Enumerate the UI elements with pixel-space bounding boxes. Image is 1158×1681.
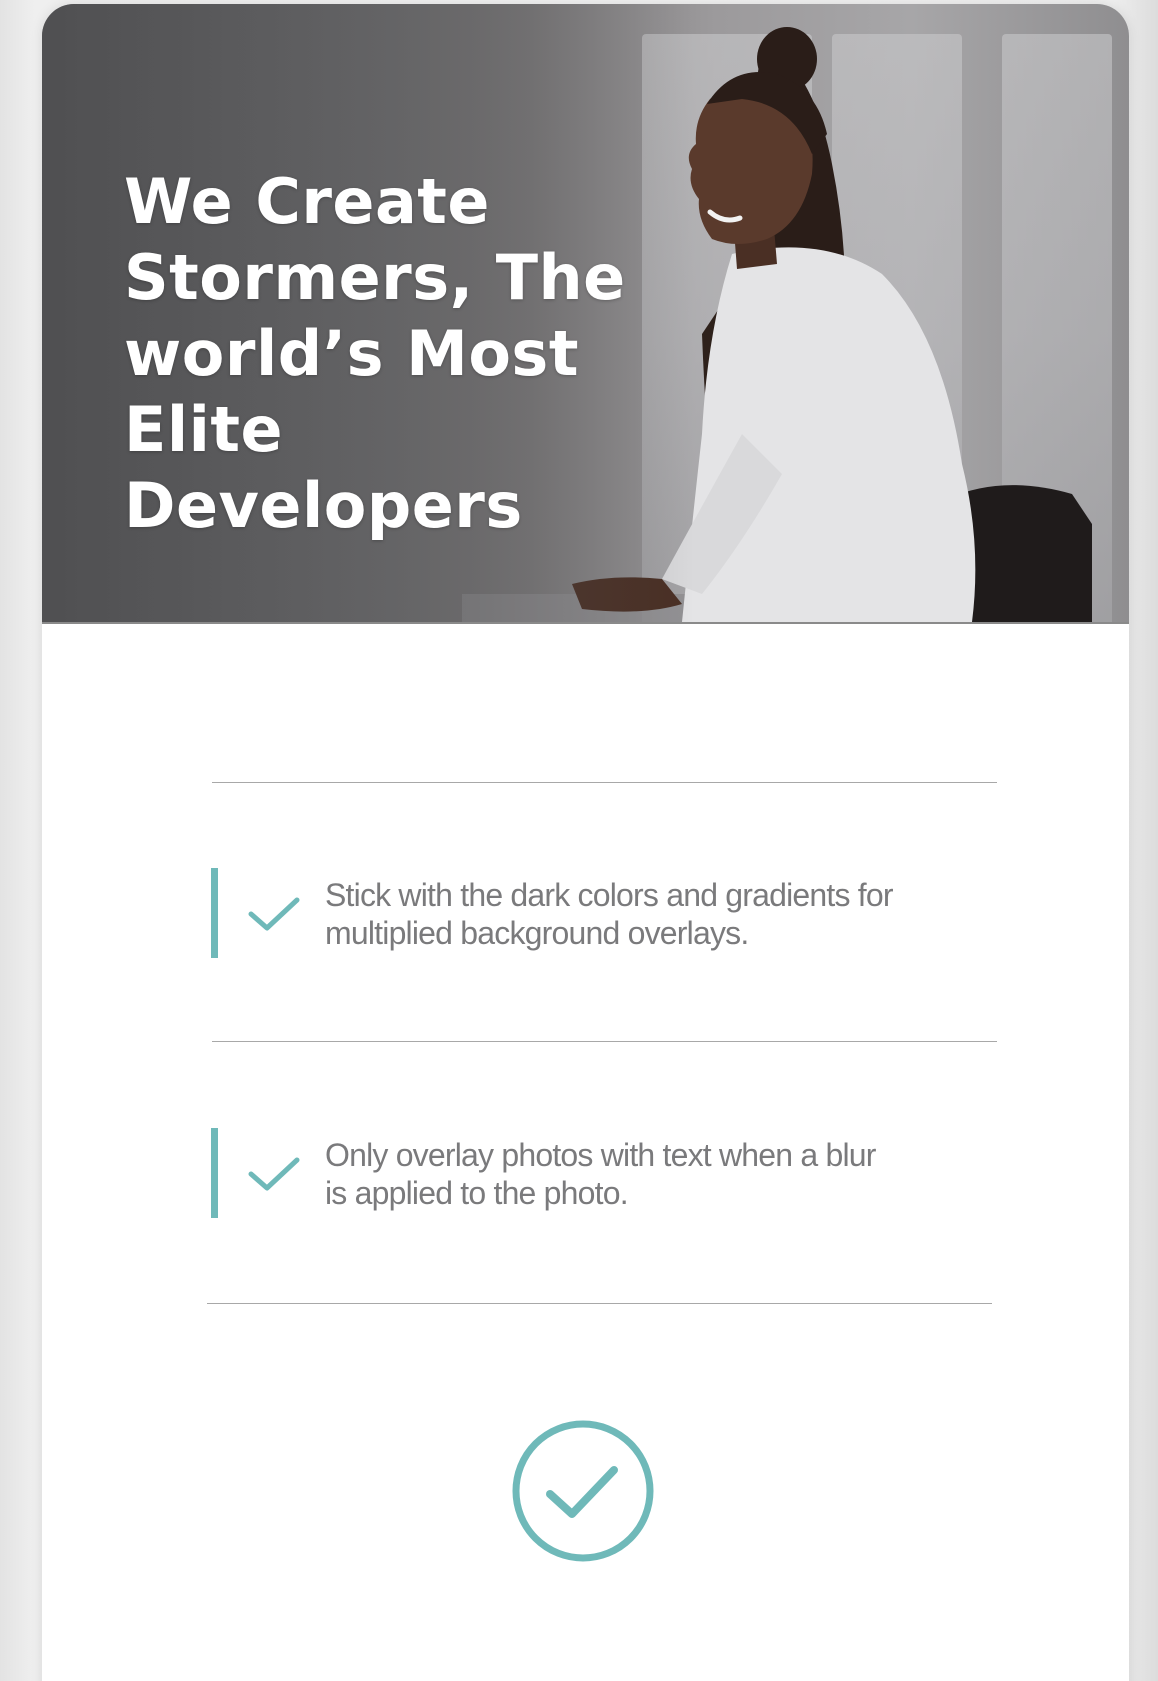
divider bbox=[207, 1303, 992, 1304]
feature-text-line: Only overlay photos with text when a blu… bbox=[325, 1137, 876, 1173]
accent-bar bbox=[211, 1128, 218, 1218]
feature-item: Stick with the dark colors and gradients… bbox=[211, 868, 991, 960]
divider bbox=[212, 782, 997, 783]
accent-bar bbox=[211, 868, 218, 958]
check-icon bbox=[248, 1157, 300, 1191]
feature-text: Only overlay photos with text when a blu… bbox=[325, 1136, 965, 1212]
hero-title-line: Stormers, The bbox=[124, 241, 626, 314]
feature-item: Only overlay photos with text when a blu… bbox=[211, 1128, 991, 1220]
feature-text-line: Stick with the dark colors and gradients… bbox=[325, 877, 894, 913]
hero-title: We Create Stormers, The world’s Most Eli… bbox=[124, 164, 684, 544]
page: We Create Stormers, The world’s Most Eli… bbox=[0, 0, 1158, 1681]
content-card: We Create Stormers, The world’s Most Eli… bbox=[42, 4, 1129, 1681]
check-circle-icon bbox=[512, 1420, 654, 1562]
check-icon bbox=[248, 897, 300, 931]
hero-title-line: We Create bbox=[124, 165, 490, 238]
hero-title-line: world’s Most bbox=[124, 317, 579, 390]
divider bbox=[212, 1041, 997, 1042]
feature-text-line: is applied to the photo. bbox=[325, 1175, 629, 1211]
feature-text: Stick with the dark colors and gradients… bbox=[325, 876, 965, 952]
confirm-button[interactable] bbox=[510, 1418, 656, 1564]
hero-banner: We Create Stormers, The world’s Most Eli… bbox=[42, 4, 1129, 624]
feature-text-line: multiplied background overlays. bbox=[325, 915, 749, 951]
hero-title-line: Elite Developers bbox=[124, 393, 523, 542]
